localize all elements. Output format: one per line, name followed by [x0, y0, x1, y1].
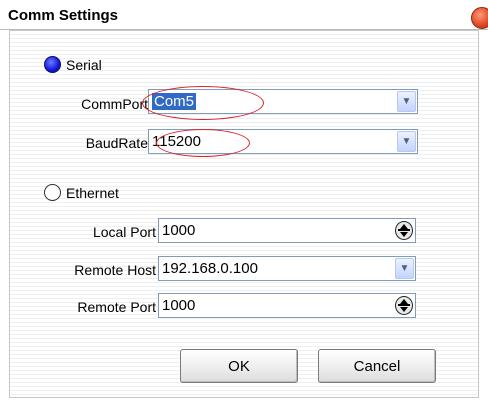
remote-host-select[interactable]: 192.168.0.100 ▼: [158, 256, 416, 281]
ethernet-label: Ethernet: [66, 184, 119, 201]
spinner-icon[interactable]: [395, 296, 413, 315]
baud-rate-value: 115200: [152, 133, 201, 150]
close-icon[interactable]: [471, 7, 488, 29]
title-bar: Comm Settings: [0, 0, 488, 30]
remote-port-input[interactable]: 1000: [158, 293, 416, 318]
baud-rate-label: BaudRate: [85, 135, 148, 151]
baud-rate-select[interactable]: 115200 ▼: [148, 129, 418, 154]
chevron-down-icon[interactable]: ▼: [397, 131, 416, 152]
remote-port-value: 1000: [162, 297, 196, 314]
local-port-label: Local Port: [92, 224, 156, 240]
cancel-button[interactable]: Cancel: [318, 349, 436, 383]
comm-settings-window: Comm Settings Serial CommPort Com5 ▼ Bau…: [0, 0, 488, 403]
comm-port-select[interactable]: Com5 ▼: [148, 89, 418, 114]
remote-host-label: Remote Host: [74, 262, 156, 278]
chevron-down-icon[interactable]: ▼: [397, 91, 416, 112]
local-port-input[interactable]: 1000: [158, 218, 416, 243]
radio-unselected-icon: [44, 184, 61, 201]
remote-host-value: 192.168.0.100: [162, 260, 258, 277]
chevron-down-icon[interactable]: ▼: [395, 258, 414, 279]
comm-port-value: Com5: [152, 93, 197, 110]
serial-radio[interactable]: Serial: [44, 56, 102, 73]
comm-port-label: CommPort: [81, 96, 148, 112]
local-port-value: 1000: [162, 222, 196, 239]
radio-selected-icon: [44, 56, 61, 73]
spinner-icon[interactable]: [395, 221, 413, 240]
settings-panel: Serial CommPort Com5 ▼ BaudRate 115200 ▼…: [9, 30, 479, 398]
ethernet-radio[interactable]: Ethernet: [44, 184, 119, 201]
remote-port-label: Remote Port: [77, 299, 156, 315]
window-title: Comm Settings: [8, 7, 119, 24]
serial-label: Serial: [66, 56, 102, 73]
ok-button[interactable]: OK: [180, 349, 298, 383]
